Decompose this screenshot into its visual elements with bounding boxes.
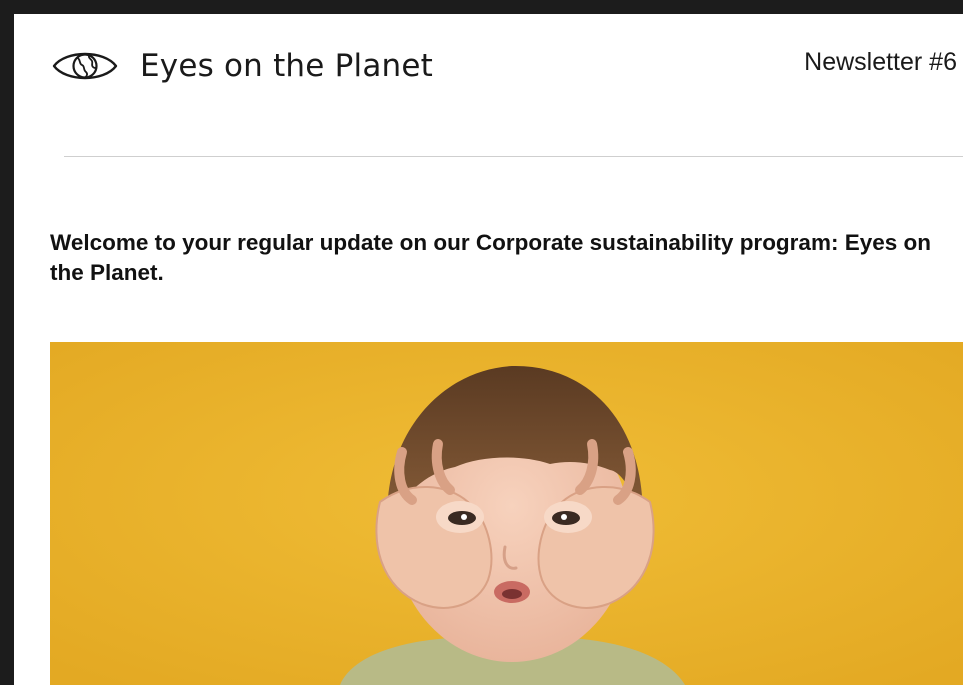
newsletter-issue-label: Newsletter #6	[804, 48, 957, 76]
brand: Eyes on the Planet	[52, 46, 433, 86]
newsletter-page: Eyes on the Planet Newsletter #6 Welcome…	[14, 14, 963, 685]
newsletter-header: Eyes on the Planet Newsletter #6	[52, 46, 963, 116]
eye-globe-icon	[52, 52, 118, 80]
intro-heading: Welcome to your regular update on our Co…	[50, 230, 931, 285]
child-binoculars-illustration	[50, 342, 963, 685]
hero-image	[50, 342, 963, 685]
brand-name: Eyes on the Planet	[140, 48, 433, 84]
header-divider	[64, 156, 963, 157]
